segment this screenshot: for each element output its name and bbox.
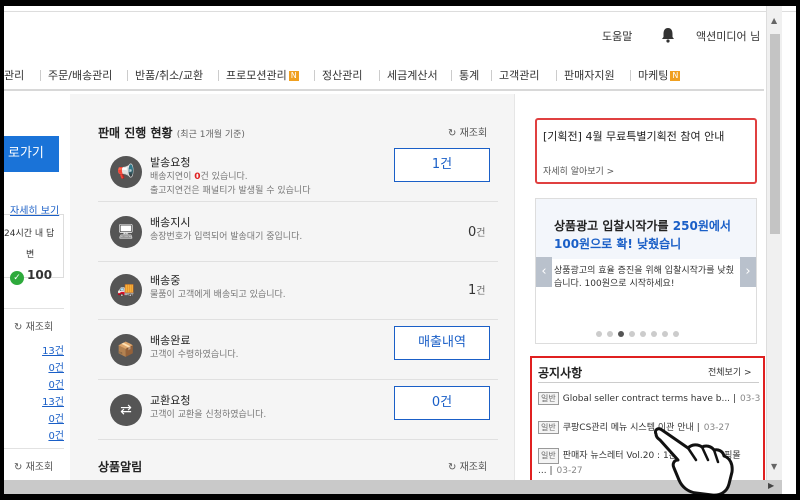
refresh-button[interactable]: ↻ 재조회 — [14, 318, 53, 333]
carousel-dots — [596, 327, 684, 340]
shipping-request-count-button[interactable]: 1건 — [394, 148, 490, 182]
scroll-up-icon[interactable]: ▲ — [771, 16, 777, 25]
new-badge: N — [670, 71, 681, 81]
count-link[interactable]: 13건 — [42, 342, 64, 357]
row-description: 물품이 고객에게 배송되고 있습니다. — [150, 290, 286, 300]
scroll-thumb[interactable] — [770, 34, 780, 234]
notice-tag: 일반 — [538, 448, 559, 464]
user-name[interactable]: 액션미디어 님 — [696, 28, 760, 44]
promo-carousel: 상품광고 입찰시작가를 250원에서 100원으로 확! 낮췄습니 상품광고의 … — [535, 198, 757, 344]
count-link[interactable]: 0건 — [48, 359, 64, 374]
response-label-cont: 변 — [26, 250, 35, 260]
carousel-dot[interactable] — [662, 331, 668, 337]
carousel-dot[interactable] — [673, 331, 679, 337]
exchange-count-button[interactable]: 0건 — [394, 386, 490, 420]
notice-title: 공지사항 — [538, 366, 583, 380]
refresh-button[interactable]: ↻ 재조회 — [14, 458, 53, 473]
goto-button[interactable]: 로가기 — [4, 136, 59, 172]
in-transit-count: 1건 — [468, 283, 486, 298]
nav-item-orders[interactable]: 주문/배송관리 — [48, 67, 112, 83]
row-description: 고객이 수령하였습니다. — [150, 350, 239, 360]
notice-item[interactable]: 일반 Global seller contract terms have b...… — [538, 392, 760, 405]
nav-item-returns[interactable]: 반품/취소/교환 — [135, 67, 203, 83]
refresh-button[interactable]: ↻ 재조회 — [448, 458, 487, 473]
pointing-hand-icon — [654, 427, 734, 494]
nav-item-promotion[interactable]: 프로모션관리 N — [226, 67, 299, 83]
left-column: 로가기 자세히 보기 24시간 내 답 변 ✓ 100 ↻ 재조회 13건 0건 … — [4, 94, 70, 494]
megaphone-icon: 📢 — [110, 156, 142, 188]
refresh-icon: ↻ — [14, 322, 23, 333]
notice-view-all-link[interactable]: 전체보기 > — [708, 365, 752, 378]
promo-banner-exhibition[interactable]: [기획전] 4월 무료특별기획전 참여 안내 자세히 알아보기 > — [535, 118, 757, 184]
count-link[interactable]: 13건 — [42, 393, 64, 408]
carousel-dot[interactable] — [607, 331, 613, 337]
monitor-icon: 🖥 — [110, 216, 142, 248]
main-nav: 관리 주문/배송관리 반품/취소/교환 프로모션관리 N 정산관리 세금계산서 통… — [4, 61, 764, 91]
nav-item-seller-support[interactable]: 판매자지원 — [564, 67, 615, 83]
nav-item-settlement[interactable]: 정산관리 — [322, 67, 362, 83]
scroll-down-icon[interactable]: ▼ — [771, 462, 777, 471]
utility-bar: 도움말 액션미디어 님 — [4, 18, 764, 52]
sales-history-button[interactable]: 매출내역 — [394, 326, 490, 360]
carousel-dot[interactable] — [640, 331, 646, 337]
nav-item-manage[interactable]: 관리 — [4, 67, 24, 83]
notice-tag: 일반 — [538, 392, 559, 405]
nav-item-statistics[interactable]: 통계 — [459, 67, 479, 83]
product-alert-title: 상품알림 — [98, 460, 143, 474]
shipping-order-count: 0건 — [468, 225, 486, 240]
promo-more-link[interactable]: 자세히 알아보기 > — [543, 164, 614, 177]
refresh-button[interactable]: ↻ 재조회 — [448, 124, 487, 139]
response-hours-label: 24시간 내 답 — [4, 229, 55, 239]
response-score: ✓ 100 — [10, 268, 52, 285]
nav-item-customers[interactable]: 고객관리 — [499, 67, 539, 83]
row-label: 발송요청 — [150, 156, 191, 169]
check-icon: ✓ — [10, 271, 24, 285]
row-label: 배송지시 — [150, 216, 191, 229]
panel-title: 판매 진행 현황 (최근 1개월 기준) — [98, 126, 245, 140]
row-label: 배송완료 — [150, 334, 191, 347]
count-link[interactable]: 0건 — [48, 427, 64, 442]
carousel-dot[interactable] — [629, 331, 635, 337]
help-link[interactable]: 도움말 — [602, 28, 632, 44]
sales-status-panel: 판매 진행 현황 (최근 1개월 기준) ↻ 재조회 📢 발송요청 배송지연이 … — [70, 94, 514, 494]
exchange-icon: ⇄ — [110, 394, 142, 426]
box-check-icon: 📦 — [110, 334, 142, 366]
row-description: 송장번호가 입력되어 발송대기 중입니다. — [150, 232, 303, 242]
row-label: 배송중 — [150, 274, 181, 287]
carousel-dot[interactable] — [596, 331, 602, 337]
count-link[interactable]: 0건 — [48, 376, 64, 391]
carousel-subtext: 상품광고의 효율 증진을 위해 입찰시작가를 낮췄습니다. 100원으로 시작하… — [554, 266, 734, 289]
carousel-prev-button[interactable]: ‹ — [536, 257, 552, 287]
status-row-delivered: 📦 배송완료 고객이 수령하였습니다. 매출내역 — [98, 324, 498, 380]
refresh-icon: ↻ — [448, 462, 457, 473]
scroll-right-icon[interactable]: ▶ — [768, 481, 774, 490]
status-row-exchange: ⇄ 교환요청 고객이 교환을 신청하였습니다. 0건 — [98, 384, 498, 440]
bell-icon[interactable] — [659, 26, 677, 44]
row-description: 고객이 교환을 신청하였습니다. — [150, 410, 267, 420]
status-row-shipping-order: 🖥 배송지시 송장번호가 입력되어 발송대기 중입니다. 0건 — [98, 206, 498, 262]
notice-tag: 일반 — [538, 421, 559, 434]
row-description: 배송지연이 0건 있습니다. 출고지연건은 패널티가 발생될 수 있습니다 — [150, 172, 311, 196]
top-strip — [4, 6, 796, 12]
carousel-headline: 상품광고 입찰시작가를 250원에서 100원으로 확! 낮췄습니 — [554, 219, 731, 251]
promo-title: [기획전] 4월 무료특별기획전 참여 안내 — [543, 130, 725, 143]
nav-item-tax-invoice[interactable]: 세금계산서 — [387, 67, 438, 83]
nav-item-marketing[interactable]: 마케팅 N — [638, 67, 681, 83]
truck-icon: 🚚 — [110, 274, 142, 306]
carousel-next-button[interactable]: › — [740, 257, 756, 287]
refresh-icon: ↻ — [14, 462, 23, 473]
row-label: 교환요청 — [150, 394, 191, 407]
count-link[interactable]: 0건 — [48, 410, 64, 425]
vertical-scrollbar[interactable]: ▲ ▼ — [766, 6, 782, 480]
carousel-dot[interactable] — [618, 331, 624, 337]
carousel-dot[interactable] — [651, 331, 657, 337]
status-row-in-transit: 🚚 배송중 물품이 고객에게 배송되고 있습니다. 1건 — [98, 264, 498, 320]
status-row-shipping-request: 📢 발송요청 배송지연이 0건 있습니다. 출고지연건은 패널티가 발생될 수 있… — [98, 146, 498, 202]
refresh-icon: ↻ — [448, 128, 457, 139]
new-badge: N — [288, 71, 299, 81]
browser-viewport: 도움말 액션미디어 님 관리 주문/배송관리 반품/취소/교환 프로모션관리 N … — [4, 6, 796, 494]
